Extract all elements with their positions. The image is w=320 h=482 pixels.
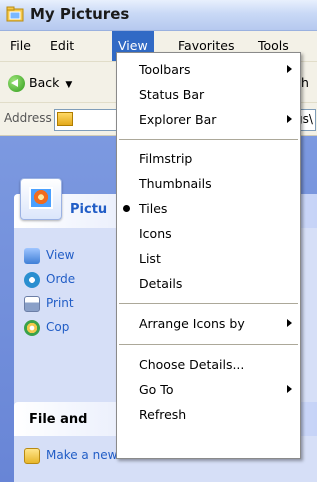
- panel-title: File and: [29, 412, 88, 427]
- menu-item-list[interactable]: List: [117, 246, 300, 271]
- print-icon: [24, 295, 40, 312]
- back-arrow-icon: [8, 75, 25, 92]
- submenu-arrow-icon: [287, 319, 292, 327]
- menu-file[interactable]: File: [4, 31, 37, 61]
- folder-icon: [6, 6, 24, 22]
- new-folder-icon: [24, 447, 40, 464]
- menu-item-arrange-icons-by[interactable]: Arrange Icons by: [117, 311, 300, 336]
- menu-separator: [119, 344, 298, 345]
- menu-item-go-to[interactable]: Go To: [117, 377, 300, 402]
- picture-tasks-icon: [20, 178, 62, 220]
- task-order-prints[interactable]: Orde: [24, 270, 75, 288]
- menu-edit[interactable]: Edit: [44, 31, 80, 61]
- menu-item-explorer-bar[interactable]: Explorer Bar: [117, 107, 300, 132]
- title-bar: My Pictures: [0, 0, 317, 31]
- submenu-arrow-icon: [287, 65, 292, 73]
- chevron-down-icon[interactable]: ▼: [65, 74, 72, 96]
- selected-bullet-icon: [123, 205, 130, 212]
- order-prints-icon: [24, 271, 40, 288]
- menu-item-refresh[interactable]: Refresh: [117, 402, 300, 427]
- slideshow-icon: [24, 247, 40, 264]
- menu-separator: [119, 303, 298, 304]
- task-copy-to-cd[interactable]: Cop: [24, 318, 69, 336]
- toolbar-partial-label: h: [301, 75, 309, 90]
- menu-separator: [119, 139, 298, 140]
- panel-title: Pictu: [70, 202, 108, 217]
- menu-item-status-bar[interactable]: Status Bar: [117, 82, 300, 107]
- view-menu-dropdown: Toolbars Status Bar Explorer Bar Filmstr…: [116, 52, 301, 459]
- folder-icon: [57, 112, 73, 126]
- window-title: My Pictures: [30, 5, 130, 23]
- menu-item-tiles[interactable]: Tiles: [117, 196, 300, 221]
- back-button-label: Back: [29, 75, 60, 90]
- back-button[interactable]: Back ▼: [8, 72, 72, 94]
- menu-item-choose-details[interactable]: Choose Details...: [117, 352, 300, 377]
- menu-item-toolbars[interactable]: Toolbars: [117, 57, 300, 82]
- address-label: Address: [4, 111, 52, 125]
- menu-item-filmstrip[interactable]: Filmstrip: [117, 146, 300, 171]
- menu-item-icons[interactable]: Icons: [117, 221, 300, 246]
- task-view-slideshow[interactable]: View: [24, 246, 74, 264]
- menu-item-details[interactable]: Details: [117, 271, 300, 296]
- submenu-arrow-icon: [287, 385, 292, 393]
- submenu-arrow-icon: [287, 115, 292, 123]
- copy-to-cd-icon: [24, 319, 40, 336]
- menu-item-thumbnails[interactable]: Thumbnails: [117, 171, 300, 196]
- task-print[interactable]: Print: [24, 294, 74, 312]
